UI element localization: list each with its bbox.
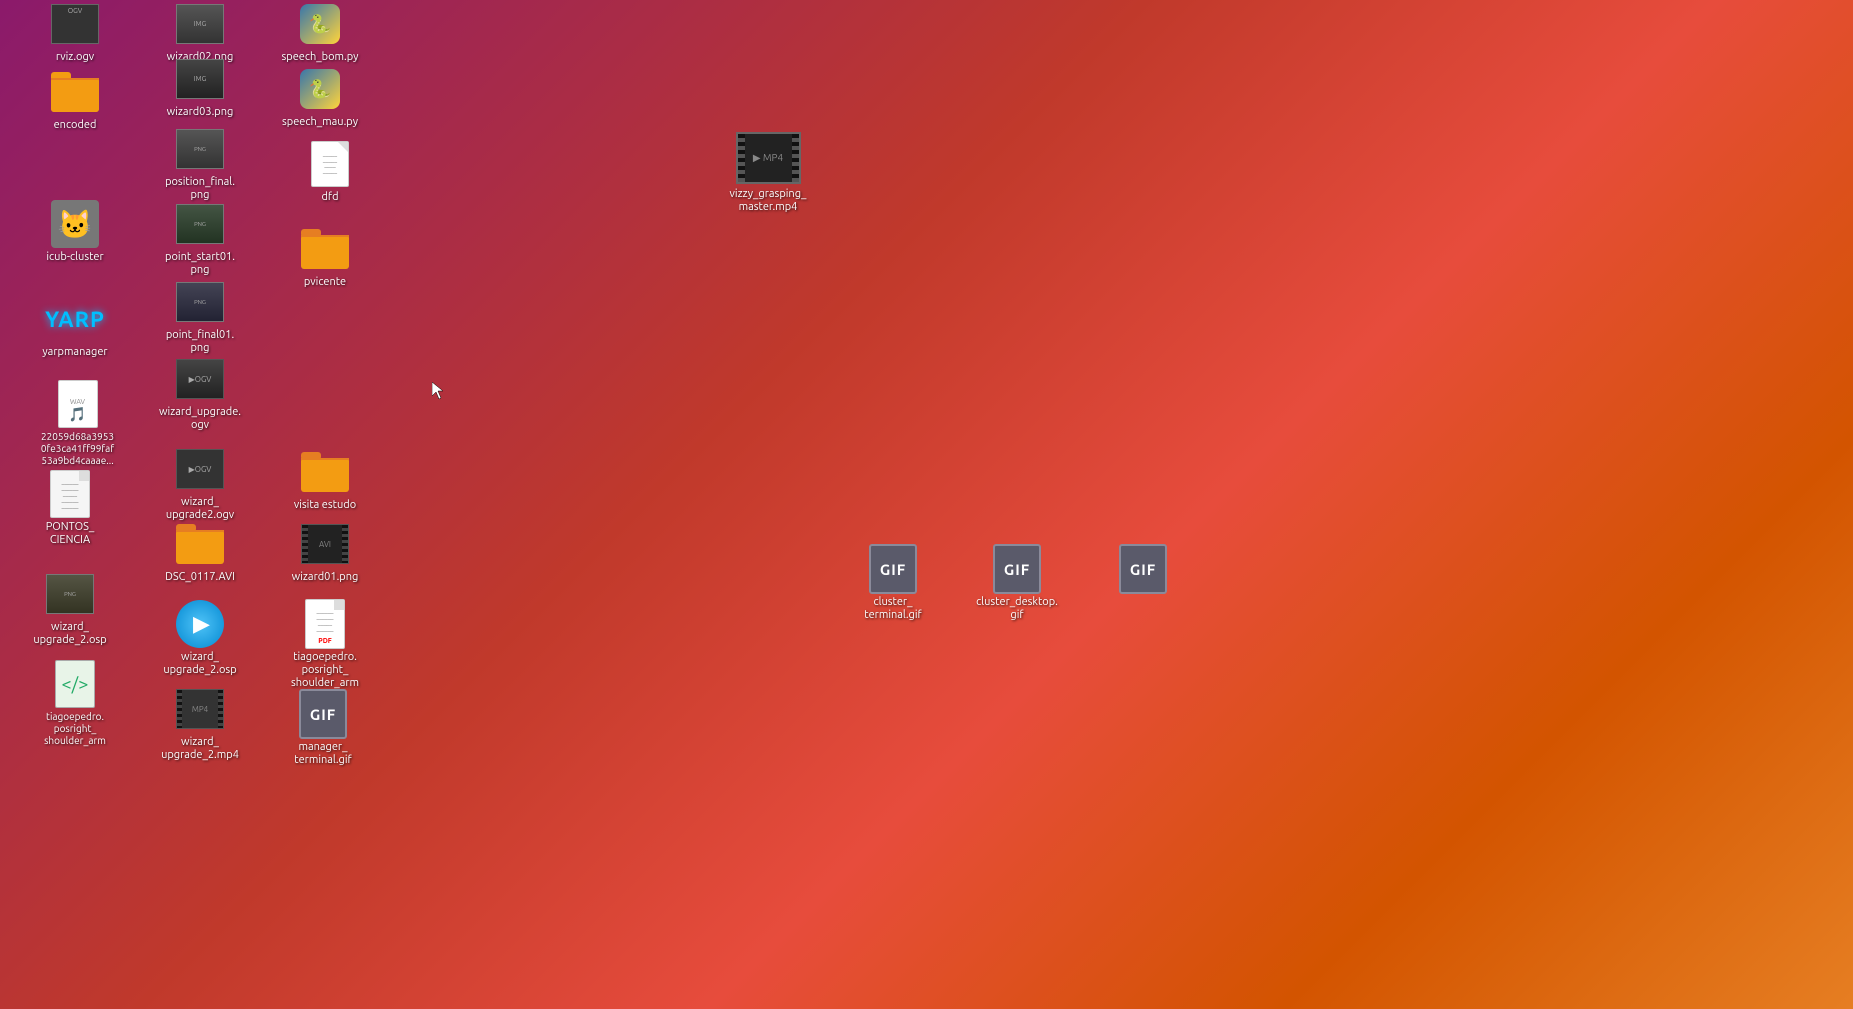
folder-label: DSC_0117.AVI <box>165 571 235 584</box>
file-label: wizard03.png <box>167 106 234 119</box>
file-wizard-upgrade2-mp4[interactable]: MP4 wizard_upgrade_2.mp4 <box>155 685 245 762</box>
file-vizzy-grasping[interactable]: ▶ MP4 vizzy_grasping_master.mp4 <box>718 130 818 214</box>
folder-pvicente[interactable]: pvicente <box>280 225 370 289</box>
file-launch-yarp-gif[interactable]: GIF <box>1098 545 1188 596</box>
file-audio[interactable]: WAV 🎵 22059d68a39530fe3ca41ff99faf53a9bd… <box>25 380 130 467</box>
file-point-final01-png[interactable]: PNG point_final01.png <box>155 278 245 355</box>
file-label: point_start01.png <box>165 251 235 277</box>
file-wizard-upgrade2-ogv[interactable]: ▶OGV wizard_upgrade2.ogv <box>155 445 245 522</box>
file-label: tiagoepedro.posright_shoulder_arm <box>44 711 106 747</box>
folder-encoded[interactable]: encoded <box>30 68 120 132</box>
file-wizard01-png[interactable]: PNG wizard_ upgrade_2.osp <box>25 570 115 647</box>
file-speech-bom-py[interactable]: 🐍 speech_bom.py <box>275 0 365 64</box>
file-wizard03-png[interactable]: IMG wizard03.png <box>155 55 245 119</box>
file-label: speech_bom.py <box>282 51 359 64</box>
file-pontos-ciencia[interactable]: ───────────────────────────── PONTOS_CIE… <box>25 470 115 547</box>
file-wizard-upgrade-ogv[interactable]: ▶OGV wizard_upgrade.ogv <box>155 355 245 432</box>
folder-thumbnail[interactable]: DSC_0117.AVI <box>155 520 245 584</box>
file-label: wizard_upgrade2.ogv <box>166 496 234 522</box>
cursor <box>432 382 444 400</box>
folder-icub-cluster[interactable]: 🐱 icub-cluster <box>30 200 120 264</box>
file-label: cluster_desktop.gif <box>976 596 1058 622</box>
folder-label: icub-cluster <box>46 251 103 264</box>
file-label: tiagoepedro. posright_ shoulder_arm <box>283 651 368 691</box>
file-label: 22059d68a39530fe3ca41ff99faf53a9bd4caaae… <box>41 431 114 467</box>
file-label: wizard_upgrade.ogv <box>159 406 241 432</box>
file-wizard-upgrade2-osp[interactable]: ▶ wizard_upgrade_2.osp <box>155 600 245 677</box>
file-dfd[interactable]: ─────────────────── dfd <box>285 140 375 204</box>
app-yarpmanager[interactable]: YARP yarpmanager <box>30 295 120 359</box>
file-label: rviz.ogv <box>56 51 94 64</box>
desktop: OGV rviz.ogv IMG wizard02.png 🐍 speech_b… <box>0 0 1853 1009</box>
file-speech-mau-py[interactable]: 🐍 speech_mau.py <box>275 65 365 129</box>
file-rviz-ogv[interactable]: OGV rviz.ogv <box>30 0 120 64</box>
file-label: dfd <box>321 191 338 204</box>
file-manager-terminal-gif[interactable]: GIF manager_terminal.gif <box>278 690 368 767</box>
file-point-start01-png[interactable]: PNG point_start01.png <box>155 200 245 277</box>
file-kallasi2016-pdf[interactable]: ─────────────────────── PDF tiagoepedro.… <box>280 600 370 691</box>
file-label: vizzy_grasping_master.mp4 <box>730 188 807 214</box>
folder-label: visita estudo <box>294 499 356 512</box>
file-label: manager_terminal.gif <box>294 741 351 767</box>
file-label: cluster_terminal.gif <box>864 596 921 622</box>
file-label: wizard_ upgrade_2.osp <box>28 621 113 647</box>
file-position-final-png[interactable]: PNG position_final.png <box>155 125 245 202</box>
file-label: speech_mau.py <box>282 116 358 129</box>
file-tiago[interactable]: </> tiagoepedro.posright_shoulder_arm <box>25 660 125 747</box>
file-dsc-avi[interactable]: AVI wizard01.png <box>280 520 370 584</box>
file-label: position_final.png <box>165 176 235 202</box>
file-cluster-terminal-gif[interactable]: GIF cluster_terminal.gif <box>848 545 938 622</box>
app-label: yarpmanager <box>42 346 107 359</box>
file-label: PONTOS_CIENCIA <box>46 521 95 547</box>
folder-label: pvicente <box>304 276 346 289</box>
file-label: wizard01.png <box>292 571 359 584</box>
file-label: wizard_upgrade_2.osp <box>163 651 236 677</box>
folder-visita-estudo[interactable]: visita estudo <box>280 448 370 512</box>
file-label: point_final01.png <box>166 329 234 355</box>
folder-label: encoded <box>54 119 97 132</box>
file-cluster-desktop-gif[interactable]: GIF cluster_desktop.gif <box>972 545 1062 622</box>
file-label: wizard_upgrade_2.mp4 <box>161 736 239 762</box>
